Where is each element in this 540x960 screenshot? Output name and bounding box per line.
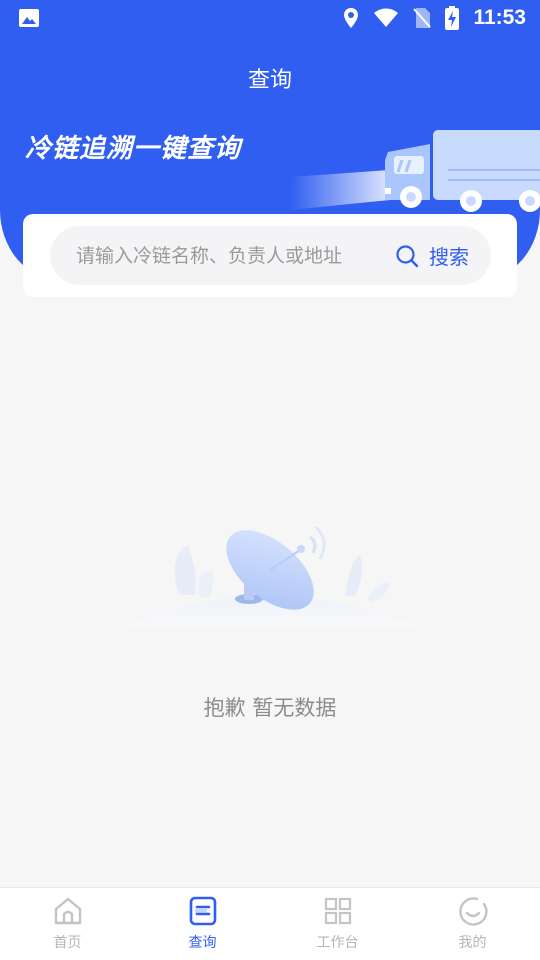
query-icon <box>189 896 216 926</box>
search-button[interactable]: 搜索 <box>395 241 491 270</box>
profile-icon <box>458 897 488 926</box>
search-box: 搜索 <box>50 226 491 285</box>
no-sim-icon <box>413 8 432 28</box>
nav-item-profile[interactable]: 我的 <box>405 888 540 960</box>
battery-charging-icon <box>445 6 460 30</box>
nav-item-home[interactable]: 首页 <box>0 888 135 960</box>
satellite-dish-empty-icon <box>120 525 420 627</box>
app-screen: 11:53 查询 冷链追溯一键查询 请输入冷链名称、负责人或地址 搜索 抱歉 暂… <box>0 0 540 960</box>
workbench-icon <box>324 897 351 925</box>
search-icon <box>396 244 419 267</box>
nav-label-profile: 我的 <box>458 935 487 951</box>
search-card: 搜索 <box>23 214 517 297</box>
gallery-notification-icon <box>19 9 39 27</box>
nav-label-workbench: 工作台 <box>316 935 359 951</box>
search-input[interactable] <box>76 244 395 267</box>
status-time: 11:53 <box>473 6 526 29</box>
page-title: 查询 <box>247 68 292 93</box>
location-icon <box>344 8 359 28</box>
nav-label-home: 首页 <box>53 935 82 951</box>
wifi-icon <box>374 8 399 27</box>
nav-label-query: 查询 <box>188 935 217 951</box>
search-button-label: 搜索 <box>429 245 469 269</box>
status-bar: 11:53 <box>0 0 540 36</box>
delivery-truck-icon <box>290 130 540 212</box>
bottom-nav: 首页 查询 工作台 我的 <box>0 887 540 960</box>
nav-item-workbench[interactable]: 工作台 <box>270 888 405 960</box>
slogan-banner-text: 冷链追溯一键查询 <box>25 134 242 164</box>
empty-state-message: 抱歉 暂无数据 <box>203 696 337 720</box>
home-icon <box>54 897 81 925</box>
nav-item-query[interactable]: 查询 <box>135 888 270 960</box>
